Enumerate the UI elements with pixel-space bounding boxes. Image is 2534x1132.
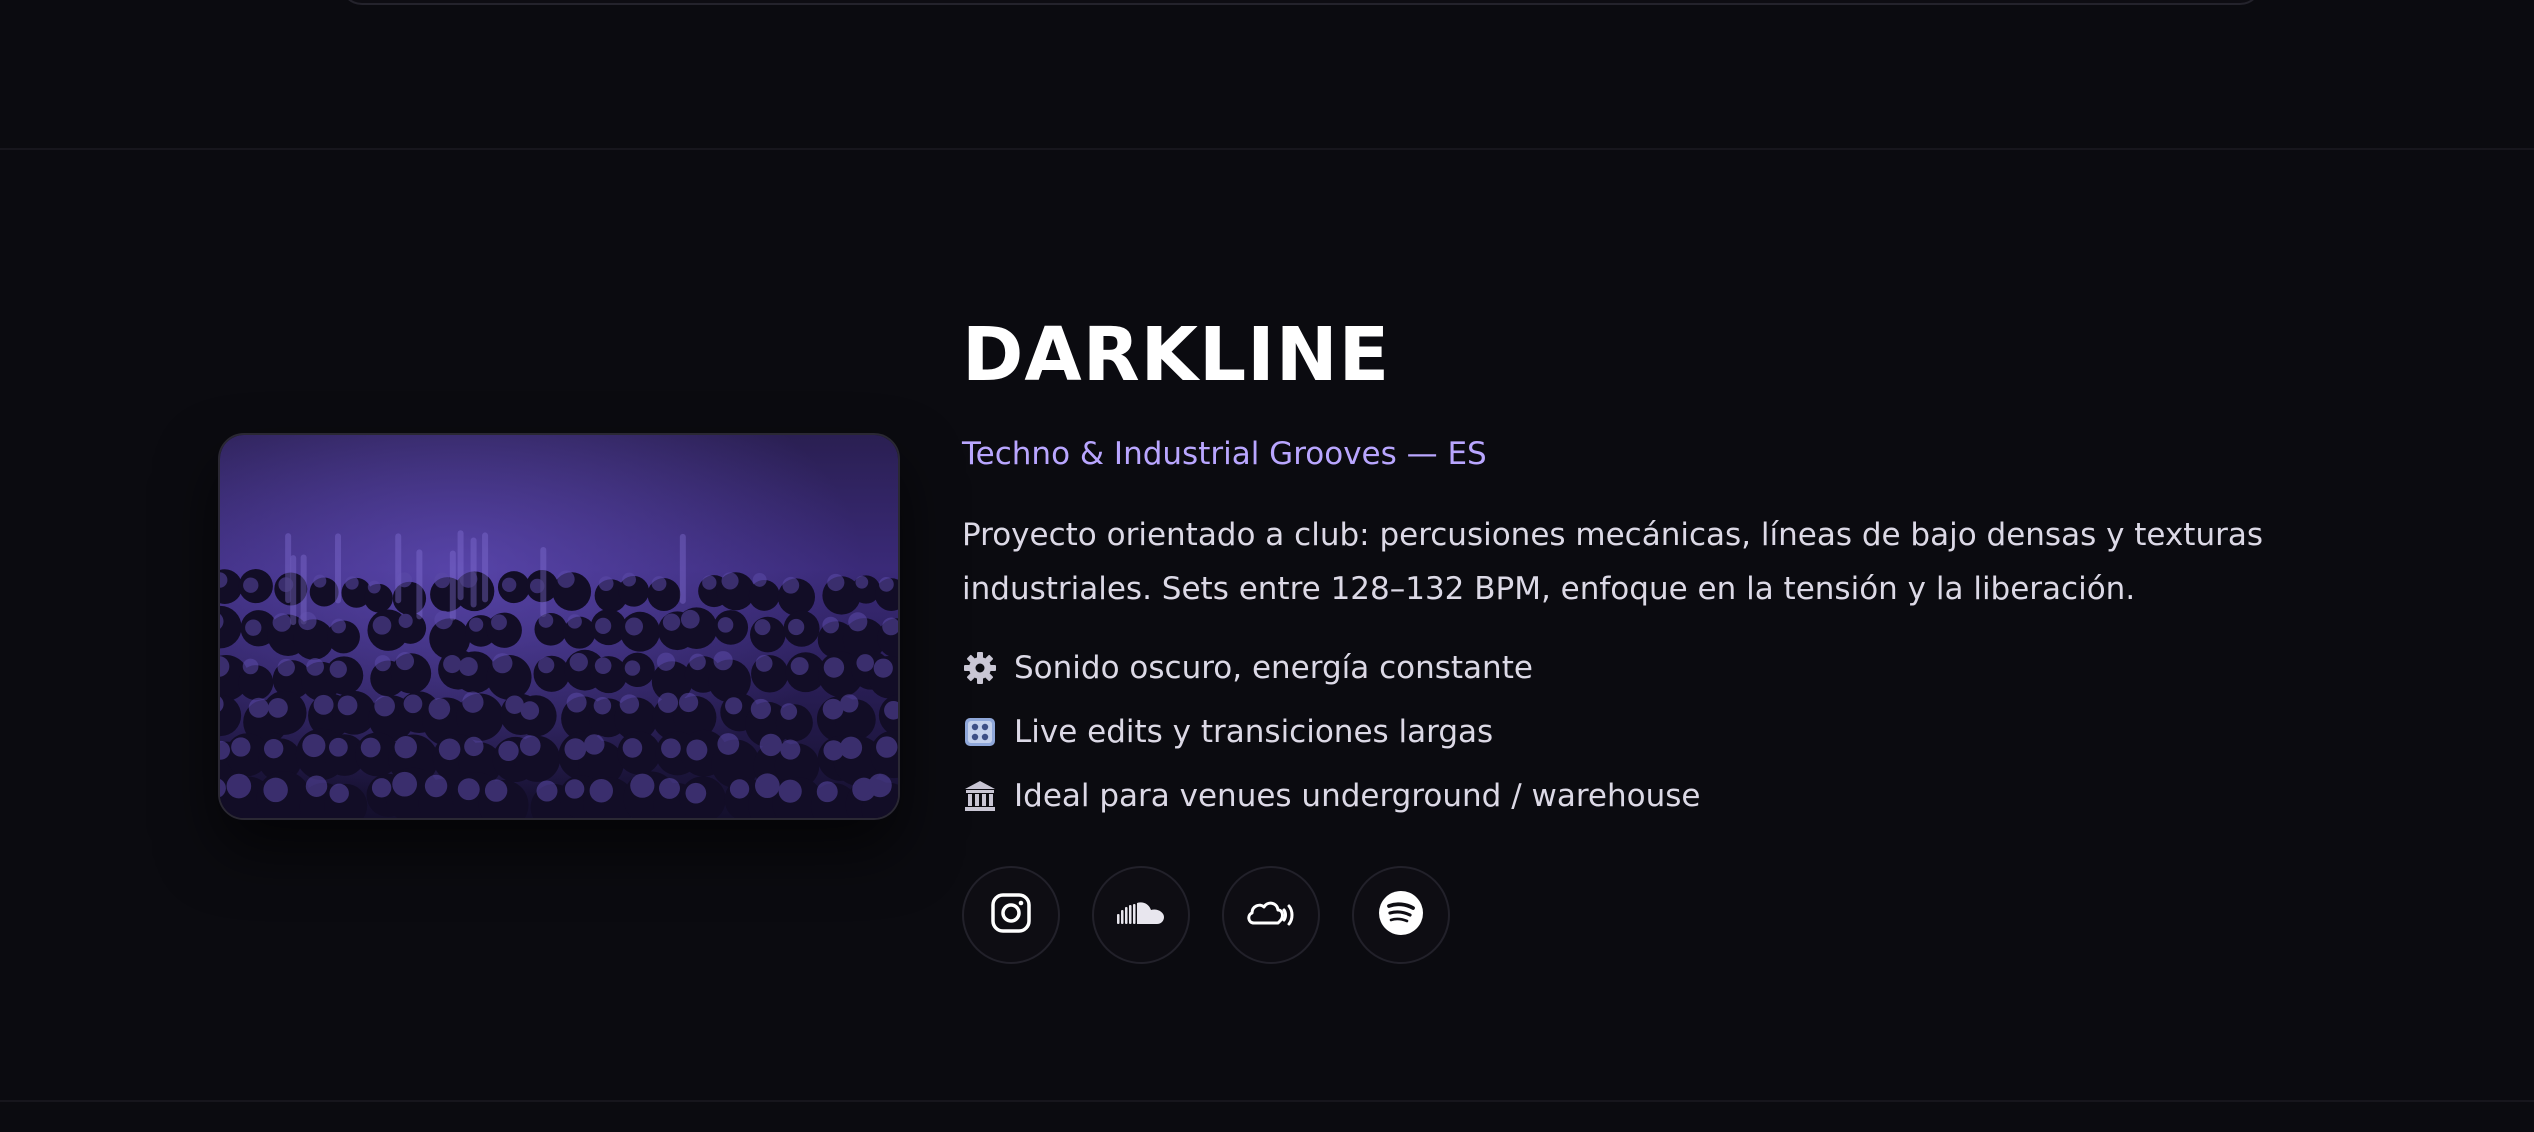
page: DARKLINE Techno & Industrial Grooves — E…	[0, 0, 2534, 1132]
instagram-button[interactable]	[962, 866, 1060, 964]
soundcloud-icon	[1115, 898, 1167, 932]
classical-building-icon	[962, 778, 998, 814]
artist-tagline: Techno & Industrial Grooves — ES	[962, 436, 1487, 472]
feature-text: Live edits y transiciones largas	[1014, 714, 1494, 750]
spotify-icon	[1378, 890, 1424, 940]
section-divider-top	[0, 148, 2534, 150]
podcast-cloud-icon	[1244, 895, 1298, 935]
feature-item: Ideal para venues underground / warehous…	[962, 764, 2392, 828]
artist-info: DARKLINE Techno & Industrial Grooves — E…	[962, 300, 2392, 964]
section-divider-bottom	[0, 1100, 2534, 1102]
feature-text: Ideal para venues underground / warehous…	[1014, 778, 1701, 814]
feature-item: Sonido oscuro, energía constante	[962, 636, 2392, 700]
social-links	[962, 866, 2392, 964]
instagram-icon	[989, 891, 1033, 939]
artist-description: Proyecto orientado a club: percusiones m…	[962, 517, 2264, 607]
gear-icon	[962, 650, 998, 686]
feature-item: Live edits y transiciones largas	[962, 700, 2392, 764]
artist-name: DARKLINE	[962, 312, 1391, 398]
artist-photo	[218, 433, 900, 820]
soundcloud-button[interactable]	[1092, 866, 1190, 964]
feature-list: Sonido oscuro, energía constante Live ed…	[962, 636, 2392, 828]
previous-section-card	[340, 0, 2262, 5]
feature-text: Sonido oscuro, energía constante	[1014, 650, 1533, 686]
spotify-button[interactable]	[1352, 866, 1450, 964]
control-knobs-icon	[962, 714, 998, 750]
podcast-button[interactable]	[1222, 866, 1320, 964]
crowd-photo-image	[220, 435, 898, 818]
